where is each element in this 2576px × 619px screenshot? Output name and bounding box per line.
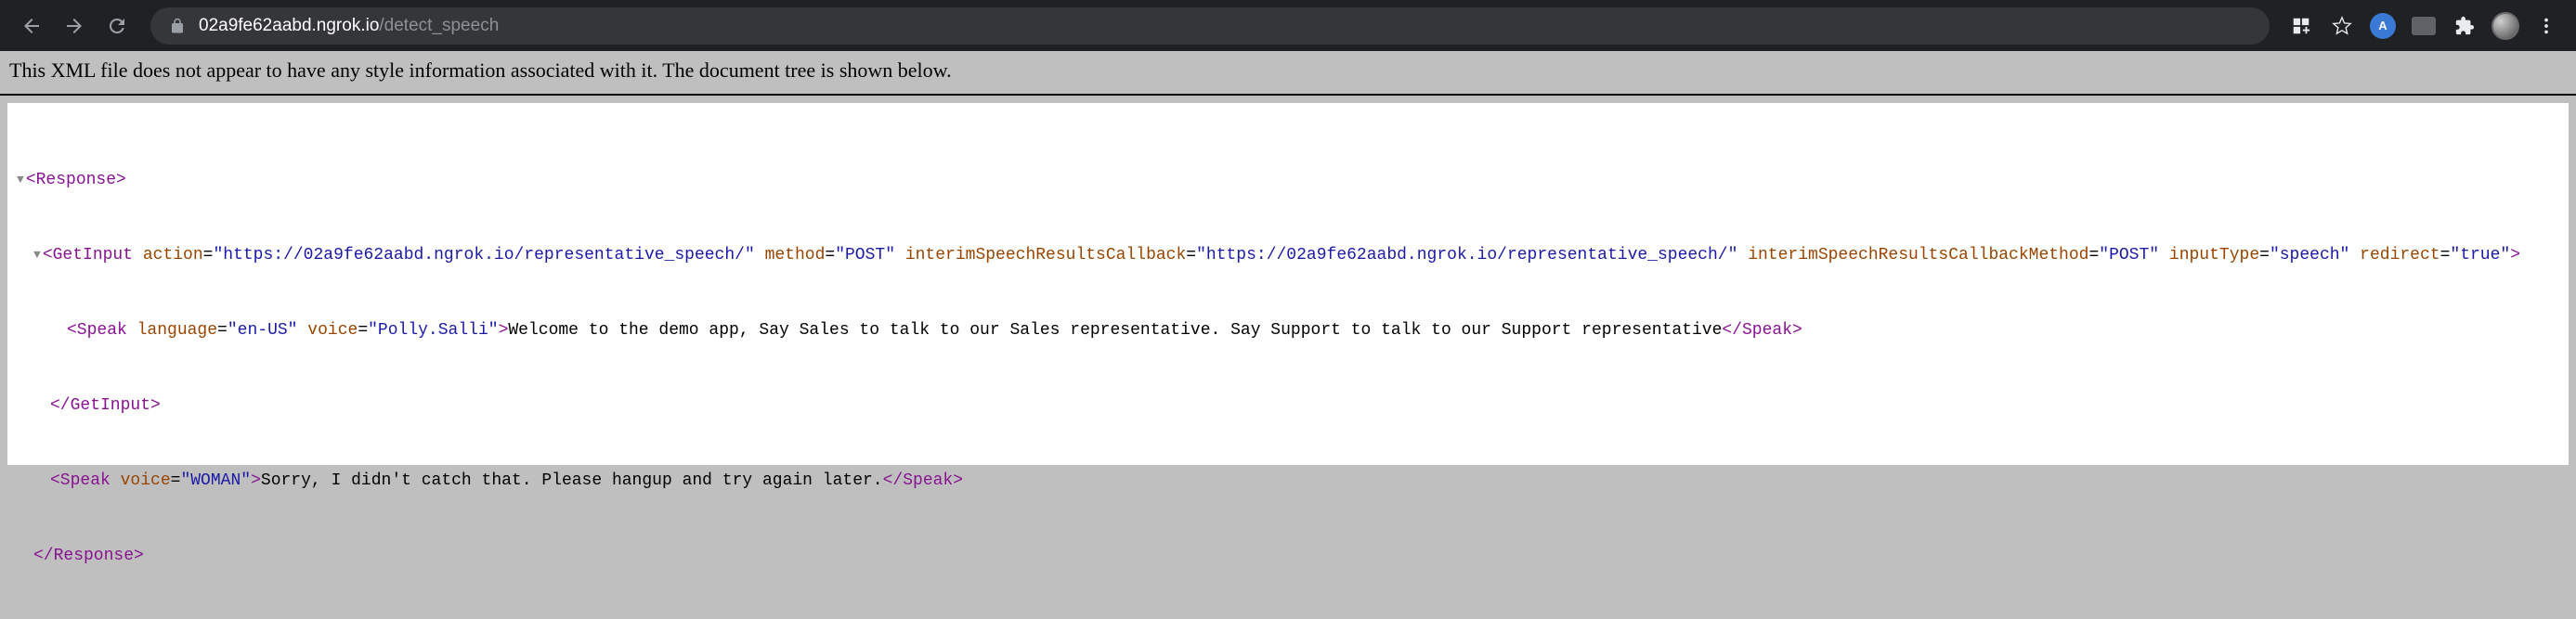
extension-circle-icon: A bbox=[2370, 13, 2396, 39]
equals: = bbox=[171, 471, 181, 490]
xml-line-speak1: <Speak language="en-US" voice="Polly.Sal… bbox=[17, 318, 2559, 343]
extension-2[interactable] bbox=[2407, 9, 2440, 43]
back-button[interactable] bbox=[13, 7, 50, 45]
equals: = bbox=[2440, 246, 2451, 264]
reload-button[interactable] bbox=[98, 7, 136, 45]
tag-open: <GetInput bbox=[43, 246, 133, 264]
extension-1[interactable]: A bbox=[2366, 9, 2400, 43]
page-content: This XML file does not appear to have an… bbox=[0, 51, 2576, 465]
attr-name: redirect bbox=[2360, 246, 2439, 264]
extension-box-icon bbox=[2412, 17, 2436, 35]
avatar-icon bbox=[2491, 12, 2519, 40]
equals: = bbox=[1186, 246, 1196, 264]
xml-text-content: Welcome to the demo app, Say Sales to ta… bbox=[508, 321, 1722, 340]
attr-name: language bbox=[137, 321, 217, 340]
browser-toolbar: 02a9fe62aabd.ngrok.io/detect_speech A bbox=[0, 0, 2576, 51]
arrow-left-icon bbox=[20, 15, 43, 37]
tag-open: <Speak bbox=[67, 321, 127, 340]
equals: = bbox=[825, 246, 835, 264]
equals: = bbox=[203, 246, 214, 264]
tag-close: </Response> bbox=[33, 547, 144, 565]
attr-value: "Polly.Salli" bbox=[368, 321, 498, 340]
xml-line-speak2: <Speak voice="WOMAN">Sorry, I didn't cat… bbox=[17, 469, 2559, 494]
toolbar-right: A bbox=[2284, 9, 2563, 43]
tag-close-bracket: > bbox=[251, 471, 261, 490]
grid-plus-icon bbox=[2291, 16, 2311, 36]
install-app-icon[interactable] bbox=[2284, 9, 2318, 43]
reload-icon bbox=[106, 15, 128, 37]
equals: = bbox=[358, 321, 368, 340]
tag-close-bracket: > bbox=[499, 321, 509, 340]
url-path: /detect_speech bbox=[379, 16, 499, 35]
attr-value: "WOMAN" bbox=[180, 471, 251, 490]
forward-button[interactable] bbox=[56, 7, 93, 45]
lock-icon bbox=[169, 18, 186, 34]
tag-close-bracket: > bbox=[2510, 246, 2520, 264]
xml-line-getinput-close: </GetInput> bbox=[17, 393, 2559, 419]
attr-name: inputType bbox=[2169, 246, 2259, 264]
kebab-icon bbox=[2536, 16, 2556, 36]
toggle-arrow-icon[interactable]: ▼ bbox=[33, 246, 41, 264]
attr-value: "speech" bbox=[2270, 246, 2349, 264]
url-text: 02a9fe62aabd.ngrok.io/detect_speech bbox=[199, 16, 499, 36]
equals: = bbox=[2088, 246, 2099, 264]
arrow-right-icon bbox=[63, 15, 85, 37]
toggle-arrow-icon[interactable]: ▼ bbox=[17, 171, 24, 189]
attr-name: interimSpeechResultsCallback bbox=[905, 246, 1186, 264]
star-icon bbox=[2332, 16, 2352, 36]
url-host: 02a9fe62aabd.ngrok.io bbox=[199, 16, 379, 35]
tag-close: </GetInput> bbox=[50, 396, 161, 415]
equals: = bbox=[217, 321, 228, 340]
attr-name: interimSpeechResultsCallbackMethod bbox=[1748, 246, 2088, 264]
menu-button[interactable] bbox=[2530, 9, 2563, 43]
equals: = bbox=[2259, 246, 2270, 264]
attr-value: "POST" bbox=[2099, 246, 2159, 264]
profile-button[interactable] bbox=[2489, 9, 2522, 43]
xml-text-content: Sorry, I didn't catch that. Please hangu… bbox=[261, 471, 883, 490]
xml-notice: This XML file does not appear to have an… bbox=[0, 51, 2576, 96]
xml-line-getinput-open: ▼<GetInput action="https://02a9fe62aabd.… bbox=[17, 243, 2559, 268]
attr-value: "https://02a9fe62aabd.ngrok.io/represent… bbox=[213, 246, 754, 264]
extensions-button[interactable] bbox=[2448, 9, 2481, 43]
attr-value: "en-US" bbox=[228, 321, 298, 340]
tag-close: </Speak> bbox=[883, 471, 963, 490]
xml-line-response-open: ▼<Response> bbox=[17, 168, 2559, 193]
xml-tree: ▼<Response> ▼<GetInput action="https://0… bbox=[7, 103, 2569, 465]
attr-value: "true" bbox=[2450, 246, 2510, 264]
attr-value: "POST" bbox=[835, 246, 895, 264]
tag-close: </Speak> bbox=[1722, 321, 1802, 340]
puzzle-icon bbox=[2454, 16, 2475, 36]
tag-open: <Speak bbox=[50, 471, 111, 490]
attr-name: voice bbox=[307, 321, 358, 340]
attr-name: action bbox=[143, 246, 203, 264]
attr-value: "https://02a9fe62aabd.ngrok.io/represent… bbox=[1196, 246, 1737, 264]
address-bar[interactable]: 02a9fe62aabd.ngrok.io/detect_speech bbox=[150, 7, 2270, 45]
attr-name: method bbox=[765, 246, 826, 264]
bookmark-button[interactable] bbox=[2325, 9, 2359, 43]
tag-open: <Response> bbox=[26, 171, 126, 189]
xml-line-response-close: </Response> bbox=[17, 544, 2559, 569]
attr-name: voice bbox=[121, 471, 171, 490]
